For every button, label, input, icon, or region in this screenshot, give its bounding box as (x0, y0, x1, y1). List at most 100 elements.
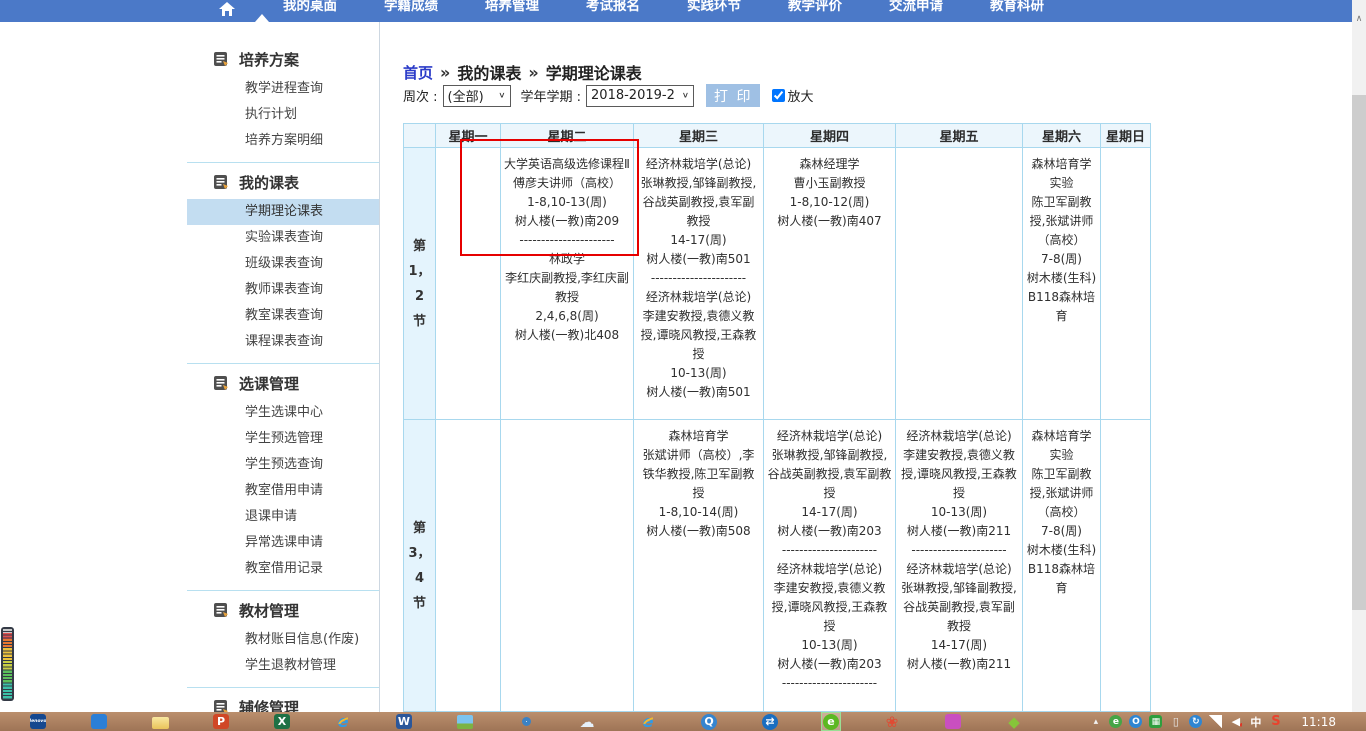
sidebar-item[interactable]: 教室借用申请 (187, 478, 379, 504)
course-separator: ---------------------- (767, 541, 892, 560)
nav-item[interactable]: 教学评价 (788, 0, 842, 14)
pink-app-icon-slot[interactable] (943, 712, 963, 731)
lenovo-icon-slot[interactable]: lenovo (28, 712, 48, 731)
timetable: 星期一星期二星期三星期四星期五星期六星期日 第1，2节大学英语高级选修课程Ⅱ傅彦… (403, 123, 1151, 712)
ie-icon[interactable]: e (338, 714, 349, 729)
sidebar-item[interactable]: 退课申请 (187, 504, 379, 530)
excel-icon[interactable]: X (274, 714, 290, 729)
cloud-app-icon-slot[interactable]: ☁ (577, 712, 597, 731)
word-icon-slot[interactable]: W (394, 712, 414, 731)
divider (187, 363, 379, 364)
nav-item[interactable]: 考试报名 (586, 0, 640, 14)
course-weeks: 2,4,6,8(周) (504, 307, 630, 326)
nav-item[interactable]: 培养管理 (485, 0, 539, 14)
chevron-down-icon: ∨ (498, 91, 505, 100)
powerpoint-icon[interactable]: P (213, 714, 229, 729)
scrollbar-up-arrow[interactable]: ∧ (1352, 14, 1366, 24)
folder-icon[interactable] (152, 717, 169, 729)
nav-item[interactable]: 学籍成绩 (384, 0, 438, 14)
timetable-cell: 经济林栽培学(总论)李建安教授,袁德义教授,谭晓风教授,王森教授10-13(周)… (896, 420, 1023, 712)
timetable-body: 第1，2节大学英语高级选修课程Ⅱ傅彦夫讲师（高校）1-8,10-13(周)树人楼… (404, 148, 1151, 712)
red-flower-app-icon-slot[interactable]: ❀ (882, 712, 902, 731)
clock[interactable]: 11:18 (1301, 715, 1336, 729)
course-entry: 经济林栽培学(总论)李建安教授,袁德义教授,谭晓风教授,王森教授10-13(周)… (767, 560, 892, 674)
course-weeks: 10-13(周) (767, 636, 892, 655)
course-name: 经济林栽培学(总论) (767, 560, 892, 579)
chevron-down-icon: ∨ (682, 91, 689, 100)
breadcrumb-separator: » (440, 63, 450, 82)
red-flower-app-icon[interactable]: ❀ (886, 714, 899, 729)
course-name: 经济林栽培学(总论) (637, 288, 760, 307)
wireless-display-app-icon-slot[interactable] (89, 712, 109, 731)
folder-icon-slot[interactable] (150, 712, 170, 731)
green-gem-app-icon[interactable]: ◆ (1008, 714, 1020, 729)
cloud-app-icon[interactable]: ☁ (580, 714, 595, 729)
course-teachers: 曹小玉副教授 (767, 174, 892, 193)
sogou-icon[interactable]: S (1269, 715, 1282, 728)
blue-ring-browser-icon-slot[interactable] (516, 712, 536, 731)
tray-expand-icon[interactable]: ▴ (1089, 715, 1102, 728)
teamviewer-icon[interactable]: ⇄ (762, 714, 778, 730)
home-icon[interactable] (218, 1, 236, 17)
sidebar-item[interactable]: 班级课表查询 (187, 251, 379, 277)
teamviewer-icon-slot[interactable]: ⇄ (760, 712, 780, 731)
tray-green-app-icon[interactable]: ▦ (1149, 715, 1162, 728)
sidebar-item[interactable]: 学生预选管理 (187, 426, 379, 452)
ie-icon-2-slot[interactable]: e (638, 712, 658, 731)
q-browser-icon-slot[interactable]: Q (699, 712, 719, 731)
tray-usb-device-icon[interactable]: ▯ (1169, 715, 1182, 728)
course-room: 树人楼(一教)南501 (637, 383, 760, 402)
sidebar-item[interactable]: 实验课表查询 (187, 225, 379, 251)
browser-360-icon[interactable]: e (823, 714, 839, 730)
excel-icon-slot[interactable]: X (272, 712, 292, 731)
print-button[interactable]: 打 印 (706, 84, 760, 107)
sidebar-item[interactable]: 教学进程查询 (187, 76, 379, 102)
sidebar-item[interactable]: 学生预选查询 (187, 452, 379, 478)
nav-item[interactable]: 交流申请 (889, 0, 943, 14)
pink-app-icon[interactable] (945, 714, 961, 729)
ime-indicator[interactable]: 中 (1249, 715, 1262, 728)
zoom-checkbox[interactable] (772, 89, 785, 102)
tray-network-signal-icon[interactable] (1209, 715, 1222, 728)
blue-ring-browser-icon[interactable] (522, 717, 531, 726)
page: 我的桌面学籍成绩培养管理考试报名实践环节教学评价交流申请教育科研 培养方案教学进… (0, 0, 1366, 731)
lenovo-icon[interactable]: lenovo (30, 714, 46, 729)
photos-icon[interactable] (457, 715, 473, 729)
powerpoint-icon-slot[interactable]: P (211, 712, 231, 731)
nav-item[interactable]: 教育科研 (990, 0, 1044, 14)
sidebar-item[interactable]: 课程课表查询 (187, 329, 379, 355)
word-icon[interactable]: W (396, 714, 412, 729)
ie-icon-slot[interactable]: e (333, 712, 353, 731)
course-separator: ---------------------- (637, 269, 760, 288)
course-weeks: 14-17(周) (637, 231, 760, 250)
breadcrumb-home-link[interactable]: 首页 (403, 62, 433, 83)
course-name: 经济林栽培学(总论) (637, 155, 760, 174)
tray-sync-icon[interactable]: ↻ (1189, 715, 1202, 728)
term-select[interactable]: 2018-2019-2 ∨ (586, 85, 694, 107)
sidebar-item[interactable]: 教师课表查询 (187, 277, 379, 303)
wireless-display-app-icon[interactable] (91, 714, 107, 729)
nav-item[interactable]: 我的桌面 (283, 0, 337, 14)
nav-item[interactable]: 实践环节 (687, 0, 741, 14)
sidebar-item[interactable]: 学生退教材管理 (187, 653, 379, 679)
q-browser-icon[interactable]: Q (701, 714, 717, 730)
sidebar-item[interactable]: 异常选课申请 (187, 530, 379, 556)
tray-o-app-icon[interactable]: O (1129, 715, 1142, 728)
photos-icon-slot[interactable] (455, 712, 475, 731)
sidebar-item[interactable]: 教材账目信息(作废) (187, 627, 379, 653)
week-select[interactable]: (全部) ∨ (443, 85, 511, 107)
course-teachers: 李红庆副教授,李红庆副教授 (504, 269, 630, 307)
sidebar-item[interactable]: 培养方案明细 (187, 128, 379, 154)
tray-browser-icon[interactable]: e (1109, 715, 1122, 728)
scrollbar-thumb[interactable] (1352, 95, 1366, 610)
sidebar-item[interactable]: 学期理论课表 (187, 199, 379, 225)
sidebar-item[interactable]: 学生选课中心 (187, 400, 379, 426)
green-gem-app-icon-slot[interactable]: ◆ (1004, 712, 1024, 731)
timetable-header-row: 星期一星期二星期三星期四星期五星期六星期日 (404, 124, 1151, 148)
tray-volume-icon[interactable]: ◀ (1229, 715, 1242, 728)
sidebar-item[interactable]: 执行计划 (187, 102, 379, 128)
browser-360-icon-slot[interactable]: e (821, 712, 841, 731)
sidebar-item[interactable]: 教室课表查询 (187, 303, 379, 329)
ie-icon-2[interactable]: e (643, 714, 654, 729)
sidebar-item[interactable]: 教室借用记录 (187, 556, 379, 582)
